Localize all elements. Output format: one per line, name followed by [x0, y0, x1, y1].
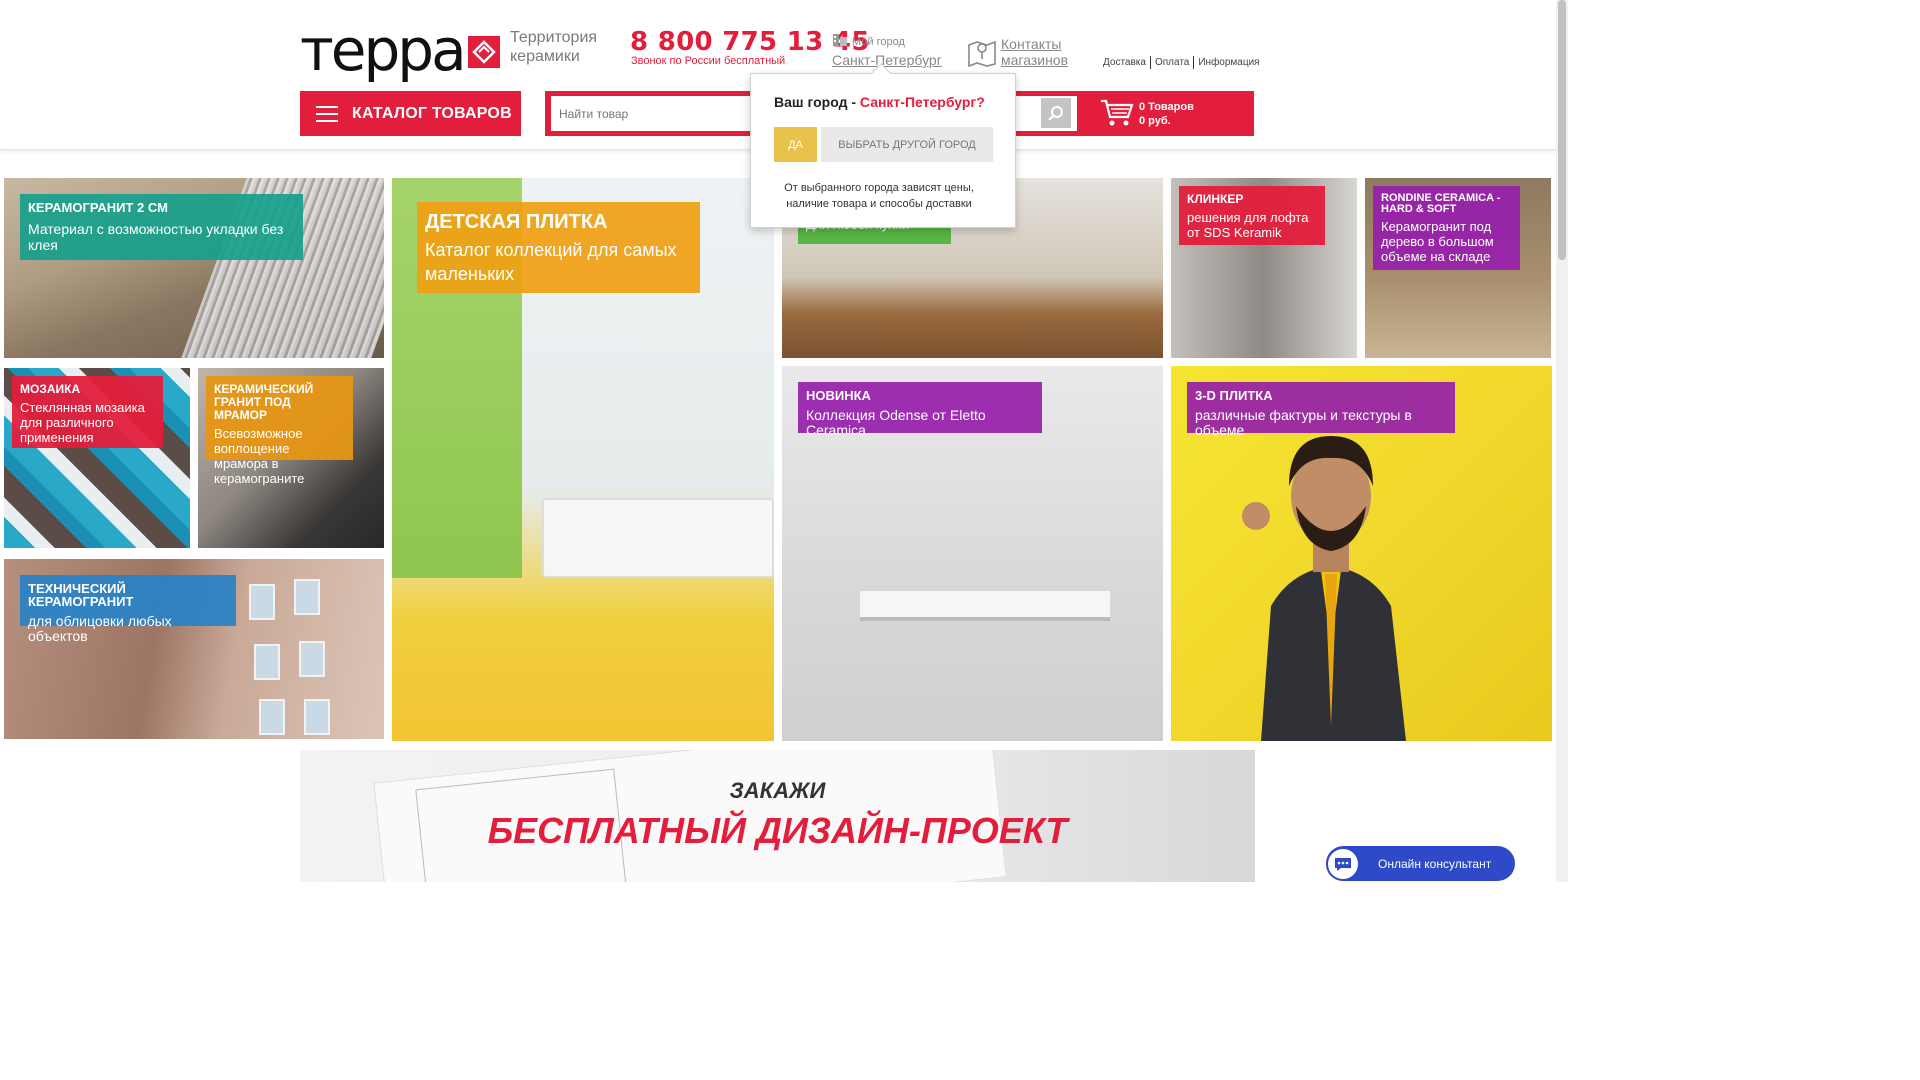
tile-subtitle: Коллекция Odense от Eletto Ceramica — [806, 407, 986, 438]
link-payment[interactable]: Оплата — [1155, 57, 1189, 68]
popup-note: От выбранного города зависят цены, налич… — [784, 182, 974, 210]
confirm-city-button[interactable]: ДА — [774, 127, 817, 162]
map-pin-icon — [968, 40, 996, 67]
tile-title: RONDINE CERAMICA - HARD & SOFT — [1381, 192, 1501, 215]
tile-label: КЕРАМИЧЕСКИЙ ГРАНИТ ПОД МРАМОР Всевозмож… — [206, 376, 353, 486]
top-links: Доставка Оплата Информация — [1103, 56, 1260, 69]
catalog-button[interactable]: КАТАЛОГ ТОВАРОВ — [300, 91, 521, 136]
banner-headline: БЕСПЛАТНЫЙ ДИЗАЙН-ПРОЕКТ — [487, 810, 1068, 851]
tile-title: 3-D ПЛИТКА — [1195, 388, 1273, 403]
tile-technical-granite[interactable]: ТЕХНИЧЕСКИЙ КЕРАМОГРАНИТ для облицовки л… — [4, 559, 384, 739]
man-with-ok-gesture-image — [1242, 436, 1406, 741]
chat-icon — [1326, 846, 1360, 881]
tile-subtitle: различные фактуры и текстуры в объеме — [1195, 407, 1412, 438]
tile-title: МОЗАИКА — [20, 382, 81, 396]
logo[interactable]: терра — [300, 16, 500, 84]
popup-question: Ваш город - Санкт-Петербург? — [774, 94, 985, 110]
tile-clinker[interactable]: КЛИНКЕР решения для лофта от SDS Keramik — [1171, 178, 1357, 358]
tile-label: ТЕХНИЧЕСКИЙ КЕРАМОГРАНИТ для облицовки л… — [20, 575, 236, 644]
tile-kids-tiles[interactable]: ДЕТСКАЯ ПЛИТКА Каталог коллекций для сам… — [392, 178, 774, 741]
choose-other-city-button[interactable]: ВЫБРАТЬ ДРУГОЙ ГОРОД — [821, 127, 993, 162]
tile-label: КЛИНКЕР решения для лофта от SDS Keramik — [1179, 186, 1325, 245]
building-window — [304, 699, 330, 735]
link-delivery[interactable]: Доставка — [1103, 57, 1146, 68]
page: терра Территория керамики 8 800 775 13 4… — [0, 0, 1568, 882]
tile-title: КЕРАМОГРАНИТ 2 СМ — [28, 200, 168, 215]
tile-label: НОВИНКА Коллекция Odense от Eletto Ceram… — [798, 382, 1042, 438]
catalog-label: КАТАЛОГ ТОВАРОВ — [352, 104, 512, 122]
search-button[interactable] — [1041, 98, 1071, 128]
tile-subtitle: для облицовки любых объектов — [28, 613, 172, 644]
building-window — [249, 584, 275, 620]
consultant-label: Онлайн консультант — [1378, 856, 1492, 871]
design-project-banner[interactable]: ЗАКАЖИ БЕСПЛАТНЫЙ ДИЗАЙН-ПРОЕКТ — [300, 750, 1255, 882]
contacts-link[interactable]: Контакты магазинов — [1001, 36, 1081, 68]
tile-subtitle: Каталог коллекций для самых маленьких — [425, 240, 677, 284]
tile-subtitle: Материал с возможностью укладки без клея — [28, 221, 284, 253]
tile-mosaic[interactable]: МОЗАИКА Стеклянная мозаика для различног… — [4, 368, 190, 548]
tile-label: КЕРАМОГРАНИТ 2 СМ Материал с возможность… — [20, 194, 303, 260]
tile-title: ДЕТСКАЯ ПЛИТКА — [425, 211, 608, 233]
tile-subtitle: Керамогранит под дерево в большом объеме… — [1381, 219, 1494, 264]
popup-question-city: Санкт-Петербург? — [859, 94, 985, 110]
tile-marble-granite[interactable]: КЕРАМИЧЕСКИЙ ГРАНИТ ПОД МРАМОР Всевозмож… — [198, 368, 384, 548]
tile-label: RONDINE CERAMICA - HARD & SOFT Керамогра… — [1373, 186, 1520, 270]
tile-subtitle: Стеклянная мозаика для различного примен… — [20, 400, 145, 445]
tile-label: ДЕТСКАЯ ПЛИТКА Каталог коллекций для сам… — [417, 202, 700, 293]
tile-label: 3-D ПЛИТКА различные фактуры и текстуры … — [1187, 382, 1455, 438]
logo-mark-icon — [467, 36, 500, 68]
city-name-link[interactable]: Санкт-Петербург — [832, 52, 942, 68]
popup-question-text: Ваш город - — [774, 94, 860, 110]
tile-title: КЛИНКЕР — [1187, 192, 1244, 206]
divider — [1149, 56, 1151, 69]
cart-summary[interactable]: 0 Товаров 0 руб. — [1139, 100, 1194, 128]
building-window — [259, 699, 285, 735]
tile-subtitle: решения для лофта от SDS Keramik — [1187, 210, 1309, 240]
menu-icon — [316, 105, 338, 122]
cart-count: 0 Товаров — [1139, 101, 1194, 113]
tile-title: КЕРАМИЧЕСКИЙ ГРАНИТ ПОД МРАМОР — [214, 382, 314, 422]
building-window — [299, 641, 325, 677]
divider — [1193, 56, 1195, 69]
tile-porcelain-2cm[interactable]: КЕРАМОГРАНИТ 2 СМ Материал с возможность… — [4, 178, 384, 358]
phone-note: Звонок по России бесплатный — [631, 55, 786, 67]
tile-rondine[interactable]: RONDINE CERAMICA - HARD & SOFT Керамогра… — [1365, 178, 1551, 358]
link-info[interactable]: Информация — [1198, 57, 1259, 68]
cart-sum: 0 руб. — [1139, 115, 1171, 127]
tile-title: ТЕХНИЧЕСКИЙ КЕРАМОГРАНИТ — [28, 581, 134, 609]
tile-title: НОВИНКА — [806, 388, 871, 403]
tile-3d-tiles[interactable]: 3-D ПЛИТКА различные фактуры и текстуры … — [1171, 366, 1552, 741]
logo-text: терра — [300, 16, 467, 84]
city-label: Мой город — [852, 36, 905, 48]
building-icon — [833, 34, 847, 46]
city-confirm-popup: Ваш город - Санкт-Петербург? ДА ВЫБРАТЬ … — [750, 63, 1016, 228]
bathtub-shape — [542, 498, 774, 578]
scrollbar[interactable] — [1556, 0, 1568, 882]
online-consultant-button[interactable]: Онлайн консультант — [1326, 846, 1515, 881]
search-icon — [1048, 106, 1063, 121]
tile-new-odense[interactable]: НОВИНКА Коллекция Odense от Eletto Ceram… — [782, 366, 1163, 741]
scrollbar-thumb[interactable] — [1558, 0, 1566, 260]
cart-icon[interactable] — [1100, 99, 1134, 127]
building-window — [294, 579, 320, 615]
tile-subtitle: Всевозможное воплощение мрамора в керамо… — [214, 426, 305, 486]
banner-title: ЗАКАЖИ — [729, 778, 826, 803]
sink-counter-shape — [860, 591, 1110, 621]
tile-label: МОЗАИКА Стеклянная мозаика для различног… — [12, 376, 163, 448]
building-window — [254, 644, 280, 680]
tagline: Территория керамики — [510, 29, 598, 65]
